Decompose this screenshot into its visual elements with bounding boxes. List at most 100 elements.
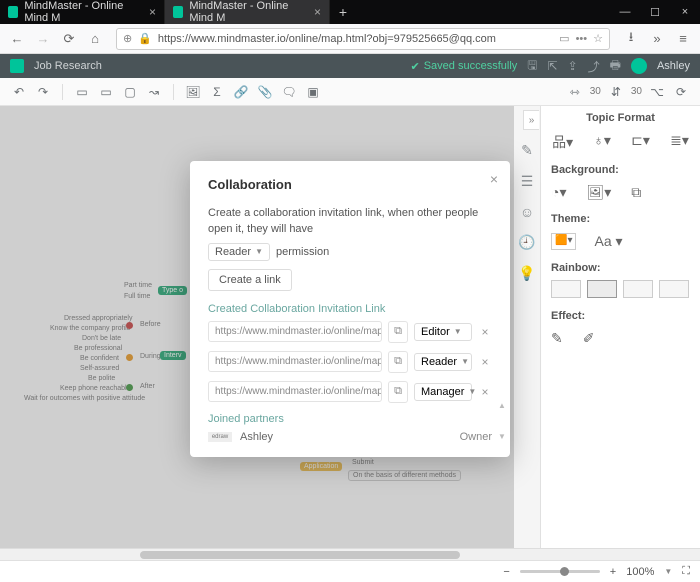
partner-name: Ashley bbox=[240, 431, 273, 443]
role-value: Editor bbox=[421, 326, 450, 338]
reader-icon[interactable]: ▭ bbox=[559, 32, 569, 45]
save-status-label: Saved successfully bbox=[424, 60, 518, 72]
redo-icon[interactable]: ↷ bbox=[34, 85, 52, 99]
main-area: Field Company Type o Part time Full time… bbox=[0, 106, 700, 548]
zoom-value[interactable]: 100% bbox=[626, 566, 654, 578]
publish-icon[interactable]: ⤴ bbox=[588, 58, 600, 75]
role-select[interactable]: Reader▼ bbox=[414, 353, 472, 371]
partners-scrollbar[interactable]: ▲▼ bbox=[498, 401, 504, 441]
vspacing-value[interactable]: 30 bbox=[631, 86, 642, 97]
favicon-icon bbox=[173, 6, 183, 18]
horizontal-scrollbar[interactable] bbox=[0, 548, 700, 560]
zoom-slider[interactable] bbox=[520, 570, 600, 573]
copy-icon[interactable]: ⧉ bbox=[388, 321, 408, 343]
reload-icon[interactable]: ⟳ bbox=[58, 28, 80, 50]
dialog-intro: Create a collaboration invitation link, … bbox=[208, 206, 492, 237]
home-icon[interactable]: ⌂ bbox=[84, 28, 106, 50]
create-link-button[interactable]: Create a link bbox=[208, 269, 292, 291]
minimize-icon[interactable]: — bbox=[610, 0, 640, 24]
delete-icon[interactable]: × bbox=[478, 385, 492, 399]
save-status: ✔ Saved successfully bbox=[411, 60, 518, 73]
zoom-dropdown-icon[interactable]: ▼ bbox=[664, 567, 672, 576]
lock-icon: 🔒 bbox=[138, 32, 152, 45]
close-icon[interactable]: × bbox=[149, 5, 156, 19]
branch-icon[interactable]: ⌥ bbox=[648, 85, 666, 99]
delete-icon[interactable]: × bbox=[478, 355, 492, 369]
hspacing-icon[interactable]: ⇿ bbox=[566, 85, 584, 99]
collaboration-dialog: × Collaboration Create a collaboration i… bbox=[190, 161, 510, 457]
permission-select[interactable]: Reader ▼ bbox=[208, 243, 270, 261]
browser-tabstrip: MindMaster - Online Mind M × MindMaster … bbox=[0, 0, 700, 24]
copy-icon[interactable]: ⧉ bbox=[388, 351, 408, 373]
share-icon[interactable]: ⇪ bbox=[568, 59, 578, 73]
image-icon[interactable]: 🖼 bbox=[184, 85, 202, 99]
menu-icon[interactable]: ≡ bbox=[672, 28, 694, 50]
status-bar: − + 100% ▼ ⛶ bbox=[0, 560, 700, 582]
fullscreen-icon[interactable]: ⛶ bbox=[682, 565, 690, 578]
maximize-icon[interactable]: ☐ bbox=[640, 0, 670, 24]
attachment-icon[interactable]: 📎 bbox=[256, 85, 274, 99]
browser-tab[interactable]: MindMaster - Online Mind M × bbox=[0, 0, 165, 24]
permission-suffix: permission bbox=[276, 246, 329, 258]
browser-tab-active[interactable]: MindMaster - Online Mind M × bbox=[165, 0, 330, 24]
topic-icon[interactable]: ▭ bbox=[73, 85, 91, 99]
relationship-icon[interactable]: ↝ bbox=[145, 85, 163, 99]
created-links-label: Created Collaboration Invitation Link bbox=[208, 303, 492, 315]
note-icon[interactable]: 🗨 bbox=[280, 85, 298, 99]
star-icon[interactable]: ☆ bbox=[593, 32, 603, 45]
boundary-icon[interactable]: ▣ bbox=[304, 85, 322, 99]
link-url-input[interactable]: https://www.mindmaster.io/online/map.htm… bbox=[208, 321, 382, 342]
close-icon[interactable]: × bbox=[670, 0, 700, 24]
zoom-in-icon[interactable]: + bbox=[610, 566, 616, 578]
print-icon[interactable]: 🖶 bbox=[610, 56, 621, 77]
undo-icon[interactable]: ↶ bbox=[10, 85, 28, 99]
app-header: Job Research ✔ Saved successfully 🖫 ⇱ ⇪ … bbox=[0, 54, 700, 78]
formula-icon[interactable]: Σ bbox=[208, 85, 226, 99]
delete-icon[interactable]: × bbox=[478, 325, 492, 339]
partners-label: Joined partners bbox=[208, 413, 492, 425]
scrollbar-thumb[interactable] bbox=[140, 551, 460, 559]
link-icon[interactable]: 🔗 bbox=[232, 85, 250, 99]
vspacing-icon[interactable]: ⇵ bbox=[607, 85, 625, 99]
hspacing-value[interactable]: 30 bbox=[590, 86, 601, 97]
export-icon[interactable]: ⇱ bbox=[548, 59, 558, 73]
app-logo-icon[interactable] bbox=[10, 59, 24, 73]
url-text: https://www.mindmaster.io/online/map.htm… bbox=[158, 33, 553, 45]
link-row: https://www.mindmaster.io/online/map.htm… bbox=[208, 351, 492, 373]
window-controls: — ☐ × bbox=[610, 0, 700, 24]
copy-icon[interactable]: ⧉ bbox=[388, 381, 408, 403]
download-icon[interactable]: ⭳ bbox=[620, 28, 642, 50]
zoom-out-icon[interactable]: − bbox=[503, 566, 509, 578]
dialog-title: Collaboration bbox=[208, 177, 492, 192]
refresh-icon[interactable]: ⟳ bbox=[672, 85, 690, 99]
subtopic-icon[interactable]: ▭ bbox=[97, 85, 115, 99]
user-avatar-icon[interactable] bbox=[631, 58, 647, 74]
close-icon[interactable]: × bbox=[314, 5, 321, 19]
favicon-icon bbox=[8, 6, 18, 18]
permission-value: Reader bbox=[215, 246, 251, 258]
tab-title: MindMaster - Online Mind M bbox=[189, 0, 308, 24]
modal-backdrop: × Collaboration Create a collaboration i… bbox=[0, 106, 700, 548]
new-tab-button[interactable]: + bbox=[330, 0, 356, 24]
chevron-down-icon: ▼ bbox=[468, 387, 476, 396]
close-icon[interactable]: × bbox=[490, 171, 498, 187]
partner-row: edraw Ashley Owner bbox=[208, 431, 492, 443]
role-select[interactable]: Editor▼ bbox=[414, 323, 472, 341]
forward-icon[interactable]: → bbox=[32, 28, 54, 50]
chevron-down-icon: ▼ bbox=[255, 247, 263, 256]
address-bar[interactable]: ⊕ 🔒 https://www.mindmaster.io/online/map… bbox=[116, 28, 610, 50]
back-icon[interactable]: ← bbox=[6, 28, 28, 50]
link-url-input[interactable]: https://www.mindmaster.io/online/map.htm… bbox=[208, 351, 382, 372]
overflow-icon[interactable]: » bbox=[646, 28, 668, 50]
role-select[interactable]: Manager▼ bbox=[414, 383, 472, 401]
document-title[interactable]: Job Research bbox=[34, 60, 102, 72]
toolbar: ↶ ↷ ▭ ▭ ▢ ↝ 🖼 Σ 🔗 📎 🗨 ▣ ⇿ 30 ⇵ 30 ⌥ ⟳ bbox=[0, 78, 700, 106]
save-icon[interactable]: 🖫 bbox=[527, 56, 537, 77]
browser-navbar: ← → ⟳ ⌂ ⊕ 🔒 https://www.mindmaster.io/on… bbox=[0, 24, 700, 54]
link-url-input[interactable]: https://www.mindmaster.io/online/map.htm… bbox=[208, 381, 382, 402]
shield-icon: ⊕ bbox=[123, 32, 132, 45]
tab-title: MindMaster - Online Mind M bbox=[24, 0, 143, 24]
more-icon[interactable]: ••• bbox=[576, 33, 588, 45]
user-name[interactable]: Ashley bbox=[657, 60, 690, 72]
floating-topic-icon[interactable]: ▢ bbox=[121, 85, 139, 99]
